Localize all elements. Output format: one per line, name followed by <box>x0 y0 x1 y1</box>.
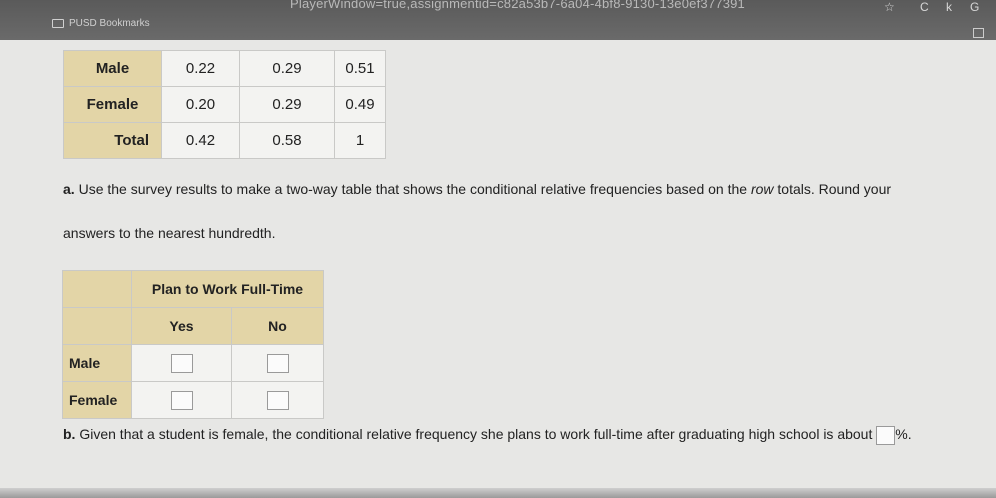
percent-answer-input[interactable] <box>876 426 896 445</box>
table-cell: 0.49 <box>334 86 386 123</box>
row-label: Female <box>62 381 132 419</box>
browser-toolbar: PlayerWindow=true,assignmentid=c82a53b7-… <box>0 0 996 40</box>
table-row: Total 0.42 0.58 1 <box>63 122 386 159</box>
part-b-text: Given that a student is female, the cond… <box>79 426 873 443</box>
page-bottom-edge <box>0 488 996 498</box>
table-row: Plan to Work Full-Time <box>62 270 324 308</box>
google-icon[interactable]: G <box>970 0 979 14</box>
table-cell: 0.22 <box>161 50 240 87</box>
bookmarks-label[interactable]: PUSD Bookmarks <box>69 18 150 29</box>
part-a-text-end: totals. Round your <box>773 181 892 197</box>
table-cell: 0.58 <box>239 122 335 159</box>
row-label: Male <box>63 50 162 87</box>
part-a-question: a. Use the survey results to make a two-… <box>63 181 891 197</box>
table-cell: 0.51 <box>334 50 386 87</box>
part-b-label: b. <box>63 426 76 443</box>
table-cell: 0.42 <box>161 122 240 159</box>
table-cell: 0.29 <box>239 50 335 87</box>
table-row: Male <box>62 344 324 382</box>
male-no-input[interactable] <box>266 353 289 373</box>
part-b-question: b. Given that a student is female, the c… <box>63 426 912 445</box>
part-a-italic: row <box>750 181 774 197</box>
column-header-yes: Yes <box>131 307 232 345</box>
part-a-label: a. <box>63 181 75 197</box>
reload-icon[interactable]: C <box>920 0 929 14</box>
column-group-header: Plan to Work Full-Time <box>131 270 324 308</box>
table-row: Yes No <box>62 307 324 345</box>
table-corner-cell <box>62 307 132 345</box>
conditional-frequency-table: Plan to Work Full-Time Yes No Male Femal… <box>62 270 324 419</box>
answer-cell <box>231 381 324 419</box>
table-corner-cell <box>62 270 132 308</box>
bookmarks-bar[interactable]: PUSD Bookmarks <box>52 18 150 29</box>
table-row: Male 0.22 0.29 0.51 <box>63 50 386 87</box>
survey-results-table: Male 0.22 0.29 0.51 Female 0.20 0.29 0.4… <box>63 50 386 159</box>
part-a-question-line2: answers to the nearest hundredth. <box>63 225 276 241</box>
row-label: Male <box>62 344 132 382</box>
column-header-no: No <box>231 307 324 345</box>
answer-cell <box>131 381 232 419</box>
table-row: Female <box>62 381 324 419</box>
row-label: Total <box>63 122 162 159</box>
assessment-page: Male 0.22 0.29 0.51 Female 0.20 0.29 0.4… <box>0 40 996 498</box>
folder-icon <box>52 19 64 28</box>
row-label: Female <box>63 86 162 123</box>
table-cell: 1 <box>334 122 386 159</box>
male-yes-input[interactable] <box>170 353 193 373</box>
answer-cell <box>231 344 324 382</box>
star-icon[interactable]: ☆ <box>884 0 895 14</box>
table-cell: 0.29 <box>239 86 335 123</box>
answer-cell <box>131 344 232 382</box>
table-row: Female 0.20 0.29 0.49 <box>63 86 386 123</box>
address-bar[interactable]: PlayerWindow=true,assignmentid=c82a53b7-… <box>290 0 745 11</box>
extension-icon[interactable]: k <box>946 0 952 14</box>
percent-suffix: %. <box>895 426 912 443</box>
part-a-text: Use the survey results to make a two-way… <box>78 181 751 197</box>
bookmark-folder-icon[interactable] <box>973 28 984 38</box>
female-no-input[interactable] <box>266 390 289 410</box>
female-yes-input[interactable] <box>170 390 193 410</box>
table-cell: 0.20 <box>161 86 240 123</box>
